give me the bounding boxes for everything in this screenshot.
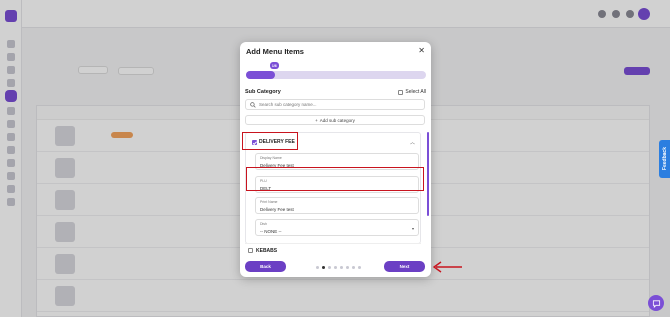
checkbox-icon[interactable] <box>398 89 404 95</box>
chevron-up-icon[interactable]: ︿ <box>410 139 415 146</box>
select-all-checkbox[interactable]: Select All <box>398 89 426 95</box>
feedback-label: Feedback <box>661 147 668 171</box>
pagination-dot[interactable] <box>340 266 343 269</box>
dish-select[interactable]: Dish -- NONE -- ▾ <box>255 219 419 236</box>
pagination-dot[interactable] <box>334 266 337 269</box>
add-sub-category-button[interactable]: + Add sub category <box>245 115 425 125</box>
checkbox-icon[interactable] <box>248 248 253 253</box>
pagination-dot[interactable] <box>346 266 349 269</box>
close-icon[interactable]: ✕ <box>418 46 425 55</box>
chat-button[interactable] <box>648 295 664 311</box>
field-label: Dish <box>260 222 268 226</box>
scrollbar[interactable] <box>427 132 429 216</box>
progress-label: 1/6 <box>269 62 279 69</box>
sub-category-list: DELIVERY FEE ︿ Display Name Delivery Fee… <box>245 132 425 256</box>
field-value: Delivery Fee test <box>260 207 294 212</box>
progress-bar: 1/6 <box>246 62 426 79</box>
feedback-tab[interactable]: Feedback <box>659 140 670 178</box>
next-button[interactable]: Next <box>384 261 425 272</box>
field-label: Display Name <box>260 156 282 160</box>
field-value: -- NONE -- <box>260 229 282 234</box>
pagination-dots <box>316 266 361 269</box>
search-icon <box>250 101 256 108</box>
select-all-label: Select All <box>405 89 426 95</box>
add-sub-category-label: Add sub category <box>319 117 355 123</box>
back-button[interactable]: Back <box>245 261 286 272</box>
field-label: Print Name <box>260 200 278 204</box>
add-menu-items-modal: Add Menu Items ✕ 1/6 Sub Category Select… <box>240 42 431 277</box>
chevron-down-icon: ▾ <box>411 226 414 231</box>
search-input[interactable] <box>259 102 409 107</box>
progress-fill <box>246 71 275 79</box>
chat-icon <box>652 299 660 308</box>
annotation-box-category <box>242 132 298 150</box>
print-name-field[interactable]: Print Name Delivery Fee test <box>255 197 419 214</box>
plus-icon: + <box>315 117 318 123</box>
modal-title: Add Menu Items <box>246 47 304 56</box>
pagination-dot[interactable] <box>358 266 361 269</box>
sub-category-title: Sub Category <box>245 89 281 95</box>
pagination-dot[interactable] <box>352 266 355 269</box>
pagination-dot[interactable] <box>322 266 325 269</box>
category-row-kebabs[interactable]: KEBABS <box>245 243 421 257</box>
pagination-dot[interactable] <box>328 266 331 269</box>
category-name: KEBABS <box>256 247 278 254</box>
sub-category-search[interactable] <box>245 99 425 110</box>
pagination-dot[interactable] <box>316 266 319 269</box>
annotation-box-plu <box>246 167 424 191</box>
annotation-arrow-icon <box>432 261 462 273</box>
